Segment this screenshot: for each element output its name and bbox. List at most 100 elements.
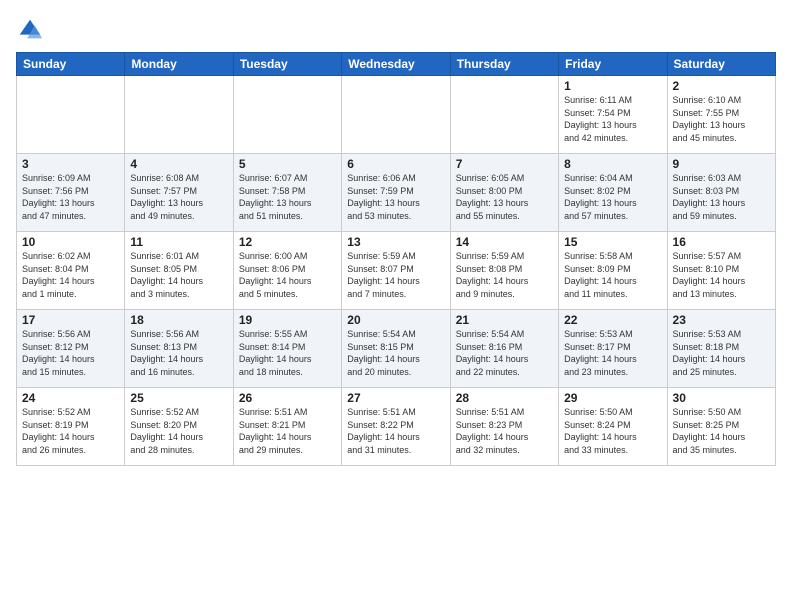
- calendar-week-row: 17Sunrise: 5:56 AM Sunset: 8:12 PM Dayli…: [17, 310, 776, 388]
- day-number: 16: [673, 235, 770, 249]
- calendar-cell: 8Sunrise: 6:04 AM Sunset: 8:02 PM Daylig…: [559, 154, 667, 232]
- day-number: 26: [239, 391, 336, 405]
- calendar-cell: 22Sunrise: 5:53 AM Sunset: 8:17 PM Dayli…: [559, 310, 667, 388]
- day-info: Sunrise: 6:11 AM Sunset: 7:54 PM Dayligh…: [564, 94, 661, 144]
- day-number: 19: [239, 313, 336, 327]
- calendar-cell: 19Sunrise: 5:55 AM Sunset: 8:14 PM Dayli…: [233, 310, 341, 388]
- calendar-week-row: 1Sunrise: 6:11 AM Sunset: 7:54 PM Daylig…: [17, 76, 776, 154]
- calendar-cell: 13Sunrise: 5:59 AM Sunset: 8:07 PM Dayli…: [342, 232, 450, 310]
- calendar-cell: 2Sunrise: 6:10 AM Sunset: 7:55 PM Daylig…: [667, 76, 775, 154]
- day-number: 25: [130, 391, 227, 405]
- day-info: Sunrise: 5:52 AM Sunset: 8:20 PM Dayligh…: [130, 406, 227, 456]
- calendar-week-row: 3Sunrise: 6:09 AM Sunset: 7:56 PM Daylig…: [17, 154, 776, 232]
- weekday-header: Thursday: [450, 53, 558, 76]
- calendar-cell: 29Sunrise: 5:50 AM Sunset: 8:24 PM Dayli…: [559, 388, 667, 466]
- calendar-cell: [450, 76, 558, 154]
- calendar-cell: [17, 76, 125, 154]
- calendar-table: SundayMondayTuesdayWednesdayThursdayFrid…: [16, 52, 776, 466]
- page: SundayMondayTuesdayWednesdayThursdayFrid…: [0, 0, 792, 612]
- calendar-cell: 20Sunrise: 5:54 AM Sunset: 8:15 PM Dayli…: [342, 310, 450, 388]
- day-info: Sunrise: 5:56 AM Sunset: 8:13 PM Dayligh…: [130, 328, 227, 378]
- day-info: Sunrise: 6:07 AM Sunset: 7:58 PM Dayligh…: [239, 172, 336, 222]
- logo-icon: [16, 16, 44, 44]
- calendar-cell: 4Sunrise: 6:08 AM Sunset: 7:57 PM Daylig…: [125, 154, 233, 232]
- day-number: 11: [130, 235, 227, 249]
- calendar-cell: 11Sunrise: 6:01 AM Sunset: 8:05 PM Dayli…: [125, 232, 233, 310]
- day-info: Sunrise: 6:00 AM Sunset: 8:06 PM Dayligh…: [239, 250, 336, 300]
- day-info: Sunrise: 5:57 AM Sunset: 8:10 PM Dayligh…: [673, 250, 770, 300]
- day-info: Sunrise: 5:59 AM Sunset: 8:08 PM Dayligh…: [456, 250, 553, 300]
- day-info: Sunrise: 6:01 AM Sunset: 8:05 PM Dayligh…: [130, 250, 227, 300]
- day-number: 28: [456, 391, 553, 405]
- calendar-cell: 26Sunrise: 5:51 AM Sunset: 8:21 PM Dayli…: [233, 388, 341, 466]
- calendar-cell: [233, 76, 341, 154]
- day-info: Sunrise: 5:56 AM Sunset: 8:12 PM Dayligh…: [22, 328, 119, 378]
- calendar-cell: 6Sunrise: 6:06 AM Sunset: 7:59 PM Daylig…: [342, 154, 450, 232]
- calendar-cell: 14Sunrise: 5:59 AM Sunset: 8:08 PM Dayli…: [450, 232, 558, 310]
- calendar-cell: [342, 76, 450, 154]
- day-info: Sunrise: 5:50 AM Sunset: 8:25 PM Dayligh…: [673, 406, 770, 456]
- day-info: Sunrise: 5:54 AM Sunset: 8:16 PM Dayligh…: [456, 328, 553, 378]
- day-info: Sunrise: 6:06 AM Sunset: 7:59 PM Dayligh…: [347, 172, 444, 222]
- calendar-cell: 5Sunrise: 6:07 AM Sunset: 7:58 PM Daylig…: [233, 154, 341, 232]
- calendar-cell: 27Sunrise: 5:51 AM Sunset: 8:22 PM Dayli…: [342, 388, 450, 466]
- day-number: 2: [673, 79, 770, 93]
- day-number: 22: [564, 313, 661, 327]
- day-number: 4: [130, 157, 227, 171]
- calendar-cell: 12Sunrise: 6:00 AM Sunset: 8:06 PM Dayli…: [233, 232, 341, 310]
- calendar-cell: 30Sunrise: 5:50 AM Sunset: 8:25 PM Dayli…: [667, 388, 775, 466]
- calendar-cell: 9Sunrise: 6:03 AM Sunset: 8:03 PM Daylig…: [667, 154, 775, 232]
- day-info: Sunrise: 5:52 AM Sunset: 8:19 PM Dayligh…: [22, 406, 119, 456]
- weekday-header: Tuesday: [233, 53, 341, 76]
- day-info: Sunrise: 5:59 AM Sunset: 8:07 PM Dayligh…: [347, 250, 444, 300]
- day-info: Sunrise: 5:51 AM Sunset: 8:21 PM Dayligh…: [239, 406, 336, 456]
- day-number: 27: [347, 391, 444, 405]
- calendar-cell: 10Sunrise: 6:02 AM Sunset: 8:04 PM Dayli…: [17, 232, 125, 310]
- day-info: Sunrise: 5:58 AM Sunset: 8:09 PM Dayligh…: [564, 250, 661, 300]
- day-number: 20: [347, 313, 444, 327]
- day-number: 15: [564, 235, 661, 249]
- calendar-cell: 24Sunrise: 5:52 AM Sunset: 8:19 PM Dayli…: [17, 388, 125, 466]
- day-number: 12: [239, 235, 336, 249]
- header: [16, 12, 776, 44]
- day-info: Sunrise: 5:54 AM Sunset: 8:15 PM Dayligh…: [347, 328, 444, 378]
- weekday-header: Monday: [125, 53, 233, 76]
- day-number: 7: [456, 157, 553, 171]
- calendar-cell: 15Sunrise: 5:58 AM Sunset: 8:09 PM Dayli…: [559, 232, 667, 310]
- day-number: 14: [456, 235, 553, 249]
- day-info: Sunrise: 5:53 AM Sunset: 8:18 PM Dayligh…: [673, 328, 770, 378]
- day-info: Sunrise: 5:50 AM Sunset: 8:24 PM Dayligh…: [564, 406, 661, 456]
- day-number: 21: [456, 313, 553, 327]
- weekday-header-row: SundayMondayTuesdayWednesdayThursdayFrid…: [17, 53, 776, 76]
- day-info: Sunrise: 5:51 AM Sunset: 8:23 PM Dayligh…: [456, 406, 553, 456]
- day-number: 6: [347, 157, 444, 171]
- calendar-cell: 25Sunrise: 5:52 AM Sunset: 8:20 PM Dayli…: [125, 388, 233, 466]
- calendar-cell: 18Sunrise: 5:56 AM Sunset: 8:13 PM Dayli…: [125, 310, 233, 388]
- day-number: 30: [673, 391, 770, 405]
- day-number: 3: [22, 157, 119, 171]
- day-number: 8: [564, 157, 661, 171]
- calendar-week-row: 24Sunrise: 5:52 AM Sunset: 8:19 PM Dayli…: [17, 388, 776, 466]
- weekday-header: Sunday: [17, 53, 125, 76]
- day-info: Sunrise: 6:04 AM Sunset: 8:02 PM Dayligh…: [564, 172, 661, 222]
- calendar-cell: [125, 76, 233, 154]
- day-info: Sunrise: 6:08 AM Sunset: 7:57 PM Dayligh…: [130, 172, 227, 222]
- calendar-cell: 1Sunrise: 6:11 AM Sunset: 7:54 PM Daylig…: [559, 76, 667, 154]
- day-info: Sunrise: 6:03 AM Sunset: 8:03 PM Dayligh…: [673, 172, 770, 222]
- calendar-cell: 3Sunrise: 6:09 AM Sunset: 7:56 PM Daylig…: [17, 154, 125, 232]
- logo: [16, 16, 48, 44]
- day-number: 10: [22, 235, 119, 249]
- calendar-cell: 21Sunrise: 5:54 AM Sunset: 8:16 PM Dayli…: [450, 310, 558, 388]
- day-number: 29: [564, 391, 661, 405]
- day-number: 23: [673, 313, 770, 327]
- weekday-header: Saturday: [667, 53, 775, 76]
- calendar-week-row: 10Sunrise: 6:02 AM Sunset: 8:04 PM Dayli…: [17, 232, 776, 310]
- weekday-header: Wednesday: [342, 53, 450, 76]
- day-number: 1: [564, 79, 661, 93]
- calendar-cell: 28Sunrise: 5:51 AM Sunset: 8:23 PM Dayli…: [450, 388, 558, 466]
- day-info: Sunrise: 6:02 AM Sunset: 8:04 PM Dayligh…: [22, 250, 119, 300]
- day-number: 18: [130, 313, 227, 327]
- calendar-cell: 7Sunrise: 6:05 AM Sunset: 8:00 PM Daylig…: [450, 154, 558, 232]
- day-number: 9: [673, 157, 770, 171]
- day-info: Sunrise: 5:53 AM Sunset: 8:17 PM Dayligh…: [564, 328, 661, 378]
